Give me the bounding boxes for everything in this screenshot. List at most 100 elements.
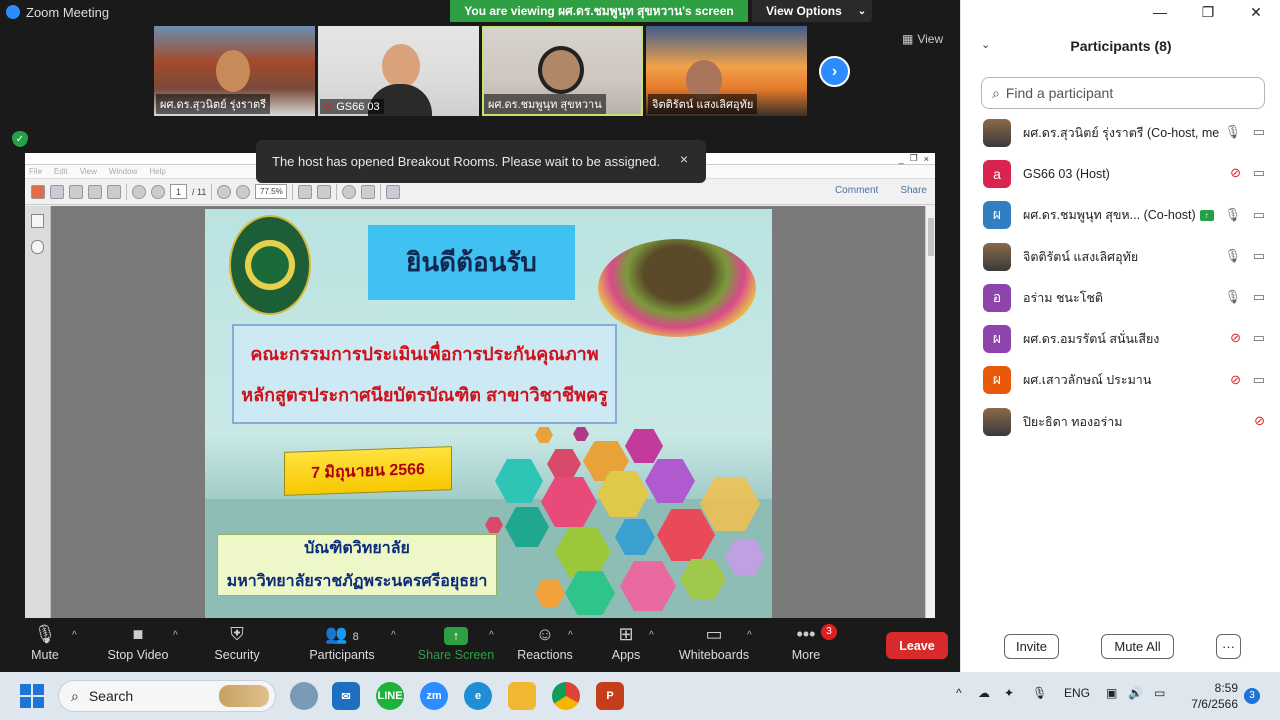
zoom-level-select[interactable]: 77.5%	[255, 184, 288, 199]
taskbar-search[interactable]: ⌕ Search	[58, 680, 276, 712]
scroll-thumb[interactable]	[928, 218, 934, 256]
mute-all-button[interactable]: Mute All	[1101, 634, 1174, 659]
reactions-button[interactable]: ☺ Reactions ^	[500, 624, 590, 662]
video-camera-icon[interactable]: ▭	[1253, 372, 1265, 388]
comment-tab[interactable]: Comment	[835, 185, 878, 196]
share-tab[interactable]: Share	[900, 185, 927, 196]
edge-icon[interactable]: e	[464, 682, 492, 710]
close-icon[interactable]: ×	[924, 154, 929, 164]
microphone-icon[interactable]: 🎙	[1224, 289, 1241, 305]
more-button[interactable]: ••• 3 More	[761, 624, 851, 662]
apps-button[interactable]: ⊞ Apps ^	[581, 624, 671, 662]
save-icon[interactable]	[69, 184, 83, 199]
participants-button[interactable]: 👥 8 Participants ^	[297, 624, 395, 662]
page-number-input[interactable]: 1	[170, 184, 187, 199]
speaker-icon[interactable]: 🔊	[1128, 686, 1143, 700]
video-camera-icon[interactable]: ▭	[1253, 207, 1265, 223]
zoom-app-icon[interactable]: zm	[420, 682, 448, 710]
leave-button[interactable]: Leave	[886, 632, 948, 659]
zoom-out-icon[interactable]	[217, 184, 232, 199]
notification-badge[interactable]: 3	[1244, 688, 1260, 704]
chevron-up-icon[interactable]: ^	[568, 630, 573, 641]
microphone-icon[interactable]: 🎙	[1032, 686, 1047, 700]
pages-icon[interactable]	[31, 214, 44, 228]
file-explorer-icon[interactable]	[508, 682, 536, 710]
video-camera-icon[interactable]: ▭	[1253, 124, 1265, 140]
microphone-icon[interactable]: 🎙	[1224, 248, 1241, 264]
minimize-icon[interactable]: _	[899, 154, 904, 164]
close-icon[interactable]: ×	[680, 151, 688, 167]
menu-edit[interactable]: Edit	[54, 167, 68, 176]
weather-icon[interactable]	[290, 682, 318, 710]
video-camera-icon[interactable]: ▭	[1253, 330, 1265, 346]
participant-row[interactable]: ผศ.ดร.สุวนิตย์ รุ่งราตรี (Co-host, me) 🎙 ▭	[961, 112, 1280, 153]
display-icon[interactable]: ▣	[1106, 686, 1117, 700]
expand-icon[interactable]	[386, 184, 401, 199]
fit-width-icon[interactable]	[298, 184, 313, 199]
video-thumbnail-active[interactable]: ผศ.ดร.ชมพูนุท สุขหวาน	[482, 26, 643, 116]
close-icon[interactable]: ✕	[1232, 4, 1280, 21]
invite-button[interactable]: Invite	[1004, 634, 1059, 659]
microphone-icon[interactable]: 🎙	[1224, 124, 1241, 140]
participant-row[interactable]: a GS66 03 (Host) ⊘ ▭	[961, 153, 1280, 194]
microphone-icon[interactable]: 🎙	[1224, 207, 1241, 223]
next-page-button[interactable]: ›	[819, 56, 850, 87]
participant-row[interactable]: ผ ผศ.เสาวลักษณ์ ประมาน ⊘ ▭	[961, 360, 1280, 401]
clock[interactable]: 8:59 7/6/2566	[1186, 680, 1238, 712]
chevron-up-icon[interactable]: ^	[956, 686, 962, 700]
attachment-icon[interactable]	[31, 240, 44, 254]
mute-button[interactable]: 🎙 Mute ^	[0, 624, 90, 662]
view-button[interactable]: ▦ View	[902, 32, 943, 46]
stop-video-button[interactable]: ■ Stop Video ^	[93, 624, 183, 662]
video-off-icon[interactable]: ⊘	[1254, 413, 1265, 429]
windows-start-icon[interactable]	[20, 684, 44, 708]
restore-icon[interactable]: ❐	[910, 153, 918, 164]
video-thumbnail[interactable]: ผศ.ดร.สุวนิตย์ รุ่งราตรี	[154, 26, 315, 116]
whiteboards-button[interactable]: ▭ Whiteboards ^	[669, 624, 759, 662]
highlight-icon[interactable]	[361, 184, 376, 199]
chevron-up-icon[interactable]: ^	[391, 630, 396, 641]
restore-icon[interactable]: ❐	[1184, 4, 1232, 21]
video-camera-icon[interactable]: ▭	[1253, 248, 1265, 264]
view-options-button[interactable]: View Options ⌄	[752, 0, 872, 22]
chevron-up-icon[interactable]: ^	[747, 630, 752, 641]
security-button[interactable]: ⛨ Security	[192, 624, 282, 662]
participant-search-input[interactable]: ⌕ Find a participant	[981, 77, 1265, 109]
minimize-icon[interactable]: —	[1136, 4, 1184, 21]
video-camera-icon[interactable]: ▭	[1253, 289, 1265, 305]
page-down-icon[interactable]	[151, 184, 165, 199]
language-indicator[interactable]: ENG	[1064, 686, 1090, 700]
battery-icon[interactable]: ▭	[1154, 686, 1165, 700]
mic-muted-icon[interactable]: ⊘	[1230, 372, 1241, 388]
print-icon[interactable]	[88, 184, 102, 199]
line-app-icon[interactable]: LINE	[376, 682, 404, 710]
share-screen-button[interactable]: ↑ Share Screen ^	[411, 624, 501, 662]
participant-row[interactable]: ปิยะธิดา ทองอร่าม ⊘	[961, 401, 1280, 442]
chevron-up-icon[interactable]: ^	[649, 630, 654, 641]
participant-row[interactable]: ผ ผศ.ดร.ชมพูนุท สุขห... (Co-host) ↑ 🎙 ▭	[961, 195, 1280, 236]
mic-muted-icon[interactable]: ⊘	[1230, 330, 1241, 346]
more-options-button[interactable]: ···	[1216, 634, 1241, 659]
dropbox-icon[interactable]: ✦	[1004, 686, 1014, 700]
mic-muted-icon[interactable]: ⊘	[1230, 165, 1241, 181]
chevron-up-icon[interactable]: ^	[72, 630, 77, 641]
menu-help[interactable]: Help	[149, 167, 165, 176]
fit-page-icon[interactable]	[317, 184, 332, 199]
email-icon[interactable]	[107, 184, 121, 199]
participant-row[interactable]: จิตติรัตน์ แสงเลิศอุทัย 🎙 ▭	[961, 236, 1280, 277]
combine-icon[interactable]	[50, 184, 64, 199]
menu-window[interactable]: Window	[109, 167, 137, 176]
video-camera-icon[interactable]: ▭	[1253, 165, 1265, 181]
chevron-up-icon[interactable]: ^	[173, 630, 178, 641]
chevron-up-icon[interactable]: ^	[489, 630, 494, 641]
menu-file[interactable]: File	[29, 167, 42, 176]
participant-row[interactable]: อ อร่าม ชนะโชติ 🎙 ▭	[961, 277, 1280, 318]
weather-tray-icon[interactable]: ☁	[978, 686, 990, 700]
chrome-icon[interactable]	[552, 682, 580, 710]
powerpoint-icon[interactable]: P	[596, 682, 624, 710]
comment-bubble-icon[interactable]	[342, 184, 357, 199]
pdf-scrollbar[interactable]	[925, 206, 935, 618]
zoom-in-icon[interactable]	[236, 184, 251, 199]
participant-row[interactable]: ผ ผศ.ดร.อมรรัตน์ สนั่นเสียง ⊘ ▭	[961, 318, 1280, 359]
create-pdf-icon[interactable]	[31, 184, 45, 199]
